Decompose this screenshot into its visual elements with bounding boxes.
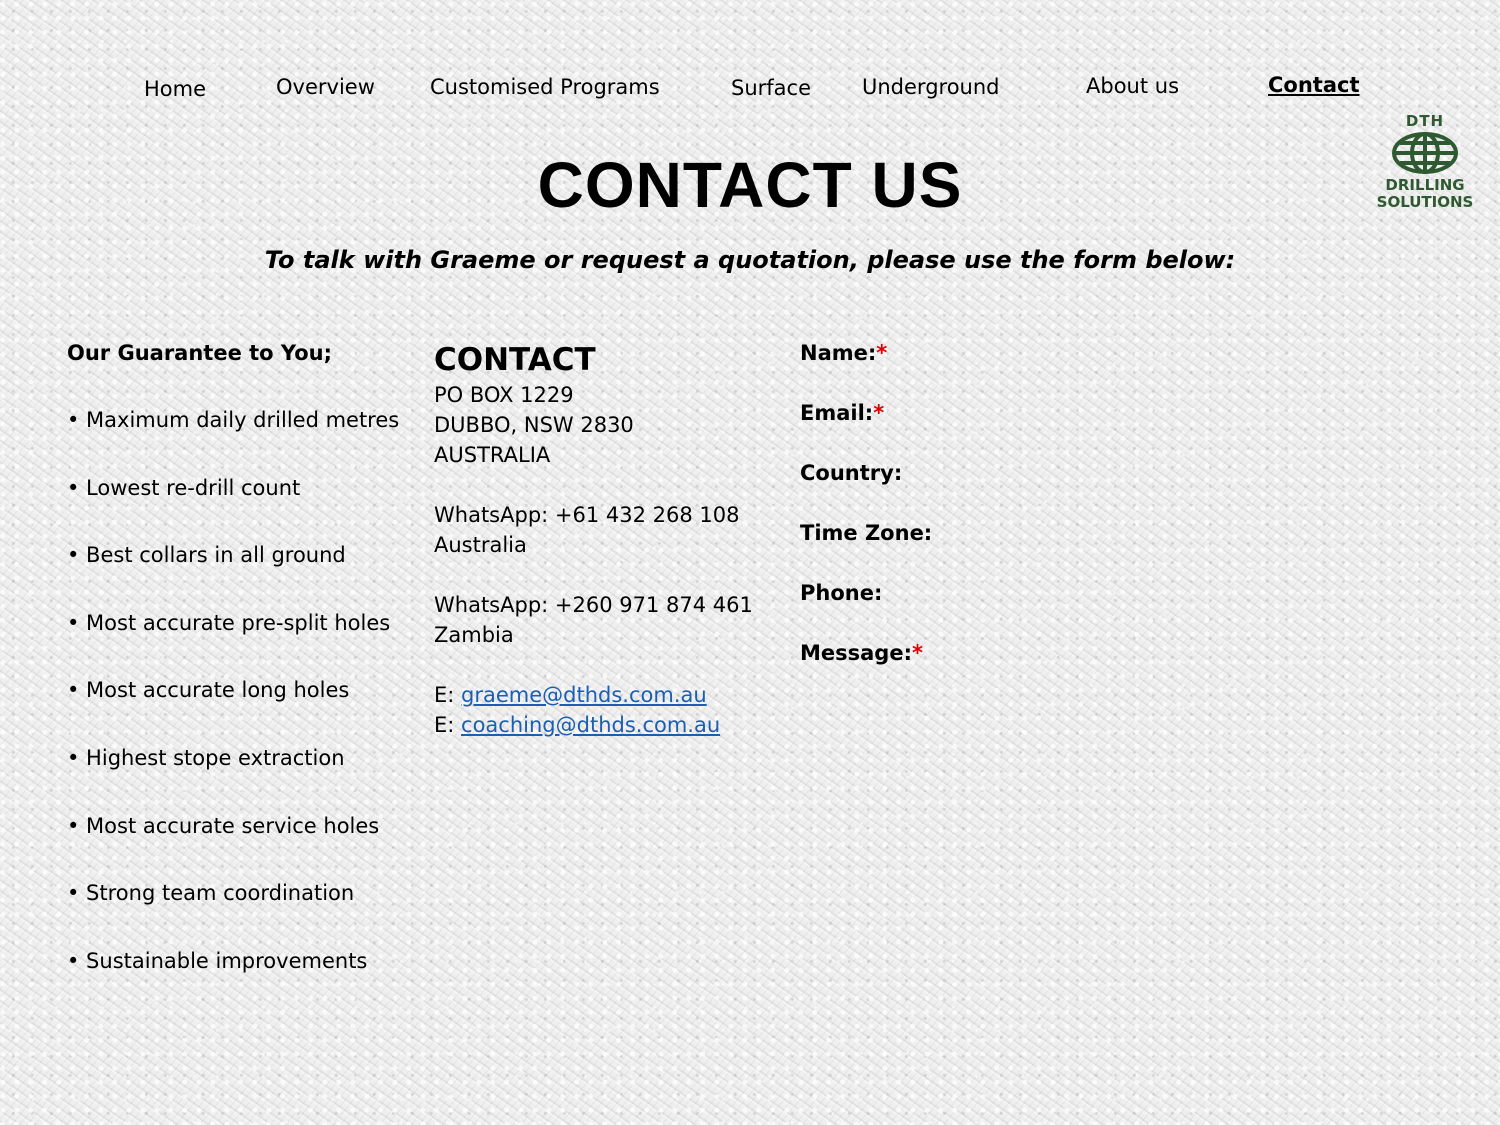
address-line-3: AUSTRALIA	[434, 443, 551, 467]
message-label: Message:	[800, 641, 912, 665]
email-prefix: E:	[434, 683, 462, 707]
phone-label: Phone:	[800, 581, 883, 605]
address-line-1: PO BOX 1229	[434, 383, 574, 407]
whatsapp-zambia-country: Zambia	[434, 623, 514, 647]
required-marker: *	[876, 341, 888, 365]
timezone-label: Time Zone:	[800, 521, 933, 545]
guarantee-item: • Sustainable improvements	[67, 948, 368, 973]
guarantee-heading: Our Guarantee to You;	[67, 341, 332, 365]
guarantee-list: • Maximum daily drilled metres • Lowest …	[67, 405, 417, 977]
contact-heading: CONTACT	[434, 342, 596, 378]
whatsapp-australia-country: Australia	[434, 533, 527, 557]
email-line-2: E: coaching@dthds.com.au	[434, 710, 774, 740]
email-prefix: E:	[434, 713, 462, 737]
guarantee-section: Our Guarantee to You; • Maximum daily dr…	[67, 338, 417, 1013]
nav-customised-programs[interactable]: Customised Programs	[430, 75, 660, 99]
nav-about-us[interactable]: About us	[1086, 74, 1179, 98]
nav-underground[interactable]: Underground	[862, 75, 1000, 99]
country-label: Country:	[800, 461, 903, 485]
email-link-graeme[interactable]: graeme@dthds.com.au	[461, 683, 707, 707]
guarantee-item: • Strong team coordination	[67, 881, 355, 906]
guarantee-item: • Best collars in all ground	[67, 543, 346, 568]
name-label: Name:	[800, 341, 877, 365]
required-marker: *	[873, 401, 885, 425]
guarantee-item: • Most accurate long holes	[67, 678, 350, 703]
guarantee-item: • Highest stope extraction	[67, 745, 345, 770]
email-label: Email:	[800, 401, 874, 425]
timezone-field[interactable]: Time Zone:	[800, 518, 1100, 578]
contact-section: CONTACT PO BOX 1229 DUBBO, NSW 2830 AUST…	[434, 340, 774, 740]
whatsapp-zambia: WhatsApp: +260 971 874 461	[434, 593, 753, 617]
whatsapp-australia: WhatsApp: +61 432 268 108	[434, 503, 740, 527]
email-line-1: E: graeme@dthds.com.au	[434, 680, 774, 710]
phone-field[interactable]: Phone:	[800, 578, 1100, 638]
guarantee-item: • Lowest re-drill count	[67, 475, 301, 500]
address-line-2: DUBBO, NSW 2830	[434, 413, 634, 437]
nav-contact[interactable]: Contact	[1268, 73, 1360, 97]
contact-form: Name:* Email:* Country: Time Zone: Phone…	[800, 338, 1100, 698]
page-title: CONTACT US	[537, 149, 963, 221]
country-field[interactable]: Country:	[800, 458, 1100, 518]
nav-overview[interactable]: Overview	[276, 75, 375, 99]
guarantee-item: • Most accurate pre-split holes	[67, 610, 391, 635]
nav-surface[interactable]: Surface	[731, 76, 811, 100]
guarantee-item: • Maximum daily drilled metres	[67, 408, 400, 432]
message-field[interactable]: Message:*	[800, 638, 1100, 698]
logo-text-dth: DTH	[1405, 112, 1445, 130]
name-field[interactable]: Name:*	[800, 338, 1100, 398]
page-subtitle: To talk with Graeme or request a quotati…	[264, 246, 1236, 274]
email-field[interactable]: Email:*	[800, 398, 1100, 458]
required-marker: *	[911, 641, 923, 665]
guarantee-item: • Most accurate service holes	[67, 813, 380, 838]
email-link-coaching[interactable]: coaching@dthds.com.au	[461, 713, 720, 737]
nav-home[interactable]: Home	[144, 77, 206, 101]
